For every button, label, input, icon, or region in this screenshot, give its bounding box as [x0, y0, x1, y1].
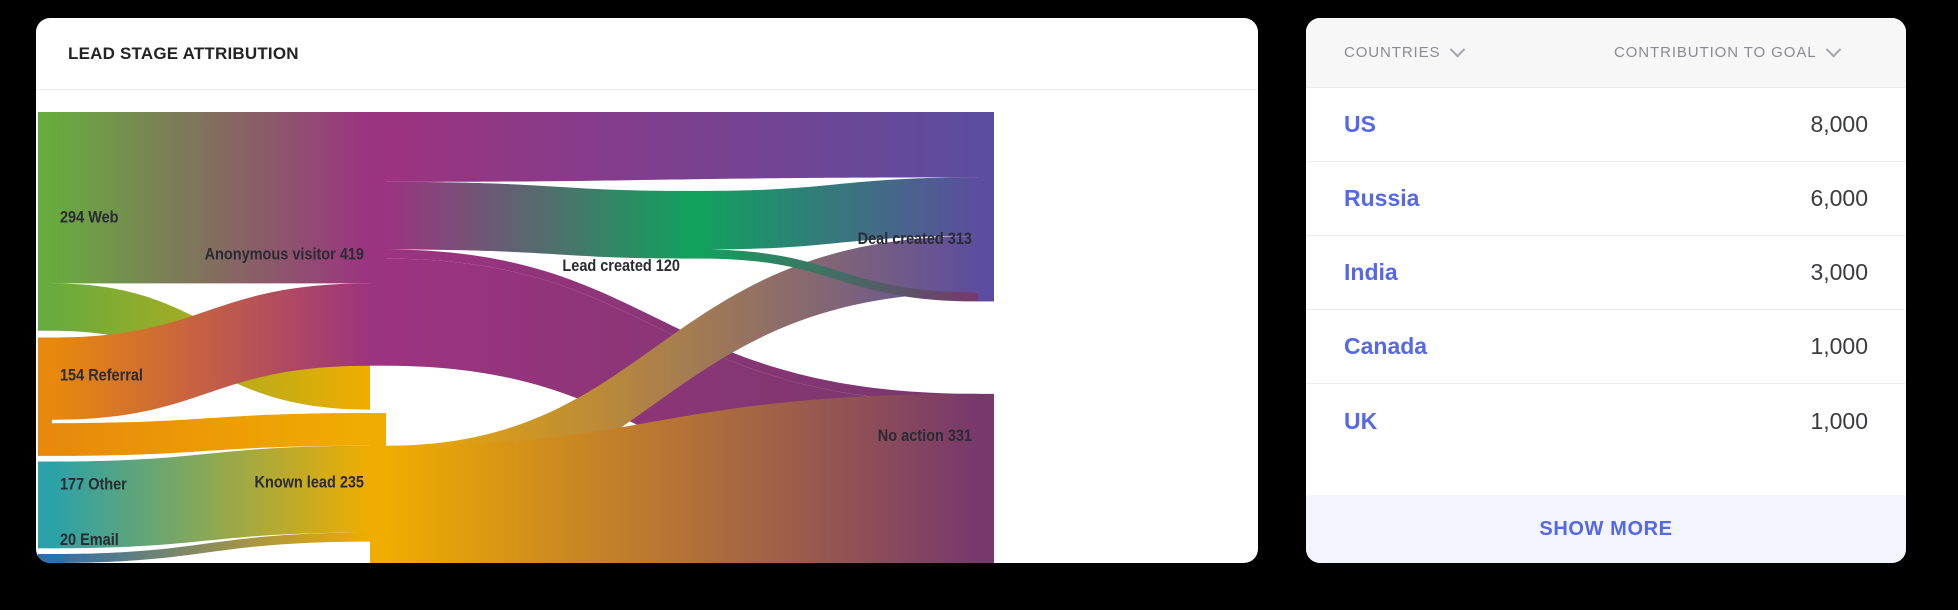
node-label-referral: 154 Referral: [60, 367, 143, 385]
column-header-contribution[interactable]: CONTRIBUTION TO GOAL: [1614, 41, 1868, 61]
country-link[interactable]: Russia: [1344, 185, 1614, 212]
contribution-value: 1,000: [1810, 407, 1868, 434]
node-no-action[interactable]: [978, 393, 994, 563]
contribution-value: 1,000: [1810, 333, 1868, 359]
column-header-contribution-label: CONTRIBUTION TO GOAL: [1614, 44, 1817, 61]
table-row[interactable]: US 8,000: [1306, 88, 1906, 162]
node-label-anonymous-visitor: Anonymous visitor 419: [205, 246, 365, 264]
chevron-down-icon: [1826, 41, 1842, 58]
sankey-links-stage-1: [52, 112, 370, 563]
country-link[interactable]: UK: [1344, 408, 1614, 435]
country-link[interactable]: Canada: [1344, 333, 1614, 360]
column-header-countries[interactable]: COUNTRIES: [1344, 41, 1614, 61]
countries-contribution-card: COUNTRIES CONTRIBUTION TO GOAL US 8,000 …: [1306, 18, 1906, 563]
node-referral[interactable]: [38, 337, 52, 456]
sankey-card-header: LEAD STAGE ATTRIBUTION: [36, 18, 1258, 90]
sankey-links-stage-2: [386, 112, 978, 563]
node-label-no-action: No action 331: [878, 427, 973, 445]
node-label-known-lead: Known lead 235: [255, 474, 365, 492]
node-known-lead[interactable]: [370, 413, 386, 563]
sankey-chart: 294 Web 154 Referral 177 Other 20 Email …: [36, 90, 1258, 563]
lead-stage-attribution-card: LEAD STAGE ATTRIBUTION 294 Web 154 Refer…: [36, 18, 1258, 563]
column-header-countries-label: COUNTRIES: [1344, 44, 1441, 61]
node-lead-created[interactable]: [686, 190, 702, 259]
node-anonymous-visitor[interactable]: [370, 112, 386, 366]
page-title: LEAD STAGE ATTRIBUTION: [68, 43, 299, 63]
node-deal-created[interactable]: [978, 112, 994, 302]
node-email[interactable]: [38, 553, 52, 563]
countries-table-body: US 8,000 Russia 6,000 India 3,000 Canada…: [1306, 88, 1906, 495]
node-label-web: 294 Web: [60, 209, 119, 227]
node-label-lead-created: Lead created 120: [562, 257, 680, 275]
show-more-button[interactable]: SHOW MORE: [1306, 495, 1906, 563]
node-label-email: 20 Email: [60, 531, 119, 549]
sankey-svg: 294 Web 154 Referral 177 Other 20 Email …: [38, 112, 994, 563]
link-anonymous-visitor-lead-created: [386, 181, 686, 259]
table-row[interactable]: India 3,000: [1306, 236, 1906, 310]
table-row[interactable]: UK 1,000: [1306, 384, 1906, 458]
contribution-value: 8,000: [1810, 111, 1868, 137]
table-row[interactable]: Canada 1,000: [1306, 310, 1906, 384]
link-known-lead-no-action: [386, 393, 978, 563]
node-label-deal-created: Deal created 313: [858, 230, 973, 248]
node-other[interactable]: [38, 461, 52, 549]
country-link[interactable]: US: [1344, 111, 1614, 138]
link-anonymous-visitor-deal-created: [386, 112, 978, 182]
contribution-value: 6,000: [1810, 185, 1868, 211]
country-link[interactable]: India: [1344, 259, 1614, 286]
node-web[interactable]: [38, 112, 52, 331]
contribution-value: 3,000: [1810, 259, 1868, 285]
table-row[interactable]: Russia 6,000: [1306, 162, 1906, 236]
table-header-row: COUNTRIES CONTRIBUTION TO GOAL: [1306, 18, 1906, 88]
node-label-other: 177 Other: [60, 476, 127, 494]
chevron-down-icon: [1450, 41, 1466, 58]
dashboard-stage: LEAD STAGE ATTRIBUTION 294 Web 154 Refer…: [0, 0, 1958, 610]
